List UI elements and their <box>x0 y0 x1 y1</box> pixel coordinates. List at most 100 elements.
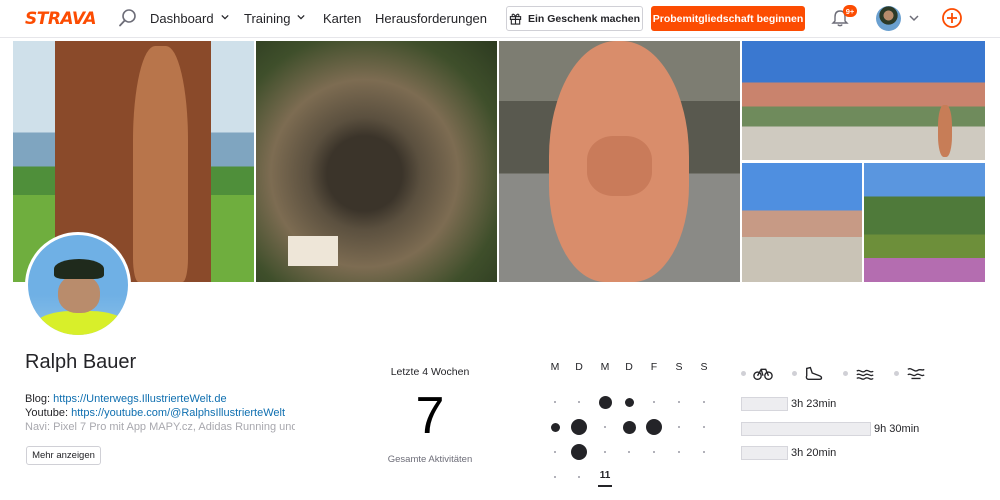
bio-prefix: Blog: <box>25 393 54 405</box>
period-label: Letzte 4 Wochen <box>390 366 470 378</box>
statue-arms <box>587 136 652 196</box>
calendar-empty-dot <box>678 401 680 403</box>
calendar-day-header: D <box>575 361 583 373</box>
calendar-day-header: D <box>625 361 633 373</box>
add-plus-icon[interactable] <box>941 7 963 29</box>
cover-photo[interactable] <box>256 41 497 282</box>
calendar-today-underline <box>598 485 612 487</box>
weekly-time-bar <box>741 446 788 460</box>
cover-photo[interactable] <box>742 163 862 282</box>
weekly-time-label: 3h 23min <box>791 398 837 410</box>
gift-icon <box>509 13 522 25</box>
avatar-vest <box>34 311 128 335</box>
calendar-empty-dot <box>554 401 556 403</box>
bio-prefix: Navi: Pixel 7 Pro mit App MAPY.cz, Adida… <box>25 421 295 433</box>
strava-logo[interactable]: STRAVA <box>25 9 97 29</box>
avatar-cap <box>54 259 104 279</box>
calendar-empty-dot <box>703 426 705 428</box>
cover-photo[interactable] <box>864 163 985 282</box>
calendar-empty-dot <box>628 451 630 453</box>
nav-dashboard[interactable]: Dashboard <box>150 11 229 26</box>
calendar-empty-dot <box>678 426 680 428</box>
weekly-time-label: 3h 20min <box>791 447 837 459</box>
athlete-name: Ralph Bauer <box>25 351 137 373</box>
weekly-time-label: 9h 30min <box>874 423 920 435</box>
bio-line-youtube: Youtube: https://youtube.com/@RalphsIllu… <box>25 406 295 420</box>
tab-indicator-dot <box>894 370 899 376</box>
sport-tab-run[interactable] <box>792 363 824 383</box>
rust-figure-cutout <box>133 46 188 282</box>
water-sport-icon <box>907 368 925 380</box>
calendar-empty-dot <box>678 451 680 453</box>
calendar-empty-dot <box>604 451 606 453</box>
chevron-down-icon <box>220 14 229 20</box>
nav-herausforderungen-label: Herausforderungen <box>375 11 488 26</box>
calendar-empty-dot <box>703 401 705 403</box>
calendar-empty-dot <box>578 476 580 478</box>
nav-herausforderungen[interactable]: Herausforderungen <box>375 11 487 26</box>
user-avatar[interactable] <box>876 6 901 31</box>
tab-indicator-dot <box>843 370 848 376</box>
calendar-activity-dot[interactable] <box>571 444 587 460</box>
give-gift-button[interactable]: Ein Geschenk machen <box>506 6 643 31</box>
sport-tab-bike[interactable] <box>741 363 773 383</box>
calendar-activity-dot[interactable] <box>624 397 634 407</box>
calendar-day-header: M <box>600 361 610 373</box>
give-gift-label: Ein Geschenk machen <box>527 12 641 25</box>
youtube-link[interactable]: https://youtube.com/@RalphsIllustrierteW… <box>71 407 285 419</box>
calendar-day-header: F <box>650 361 658 373</box>
sport-tab-water[interactable] <box>894 363 926 383</box>
nav-karten-label: Karten <box>323 11 362 26</box>
notifications-button[interactable]: 9+ <box>830 5 857 30</box>
statue-small <box>938 105 952 157</box>
tab-indicator-dot <box>792 370 797 376</box>
calendar-activity-dot[interactable] <box>622 420 636 434</box>
swim-icon <box>856 369 874 380</box>
nav-dashboard-label: Dashboard <box>150 11 214 26</box>
calendar-empty-dot <box>653 451 655 453</box>
calendar-activity-dot[interactable] <box>598 395 612 409</box>
calendar-empty-dot <box>653 401 655 403</box>
show-more-button[interactable]: Mehr anzeigen <box>26 446 101 465</box>
nav-training[interactable]: Training <box>244 11 306 26</box>
total-activities-count: 7 <box>415 387 445 445</box>
avatar-face <box>58 275 100 313</box>
sport-tab-swim[interactable] <box>843 363 875 383</box>
calendar-day-header: S <box>675 361 683 373</box>
bike-icon <box>753 368 773 381</box>
start-trial-label: Probemitgliedschaft beginnen <box>652 12 804 25</box>
search-icon[interactable] <box>118 8 138 28</box>
calendar-day-header: M <box>550 361 560 373</box>
profile-avatar[interactable] <box>25 232 131 338</box>
cover-photo[interactable] <box>499 41 740 282</box>
chevron-down-icon <box>297 14 306 20</box>
cover-photo-gallery <box>13 41 985 282</box>
calendar-activity-dot[interactable] <box>571 419 587 435</box>
calendar-day-header: S <box>700 361 708 373</box>
calendar-current-date: 11 <box>599 470 611 481</box>
cover-photo[interactable] <box>742 41 985 160</box>
calendar-empty-dot <box>703 451 705 453</box>
weekly-time-bar <box>741 397 788 411</box>
bio-prefix: Youtube: <box>25 407 72 419</box>
chevron-down-icon[interactable] <box>909 13 919 23</box>
athlete-bio: Blog: https://Unterwegs.IllustrierteWelt… <box>25 392 295 434</box>
total-activities-label: Gesamte Aktivitäten <box>387 454 473 465</box>
bio-line-blog: Blog: https://Unterwegs.IllustrierteWelt… <box>25 392 295 406</box>
top-navigation-bar: STRAVA Dashboard Training Karten Herausf… <box>0 0 1000 38</box>
tab-indicator-dot <box>741 370 746 376</box>
stump-sign <box>288 236 338 266</box>
calendar-empty-dot <box>554 451 556 453</box>
calendar-empty-dot <box>578 401 580 403</box>
blog-link[interactable]: https://Unterwegs.IllustrierteWelt.de <box>53 393 226 405</box>
nav-karten[interactable]: Karten <box>323 11 361 26</box>
calendar-empty-dot <box>604 426 606 428</box>
calendar-empty-dot <box>554 476 556 478</box>
activity-calendar: M D M D F S S 11 <box>543 361 717 491</box>
start-trial-button[interactable]: Probemitgliedschaft beginnen <box>651 6 805 31</box>
calendar-activity-dot[interactable] <box>550 422 560 432</box>
run-shoe-icon <box>805 366 823 381</box>
weekly-time-bar <box>741 422 871 436</box>
bio-line-navi: Navi: Pixel 7 Pro mit App MAPY.cz, Adida… <box>25 420 295 434</box>
calendar-activity-dot[interactable] <box>646 419 662 435</box>
